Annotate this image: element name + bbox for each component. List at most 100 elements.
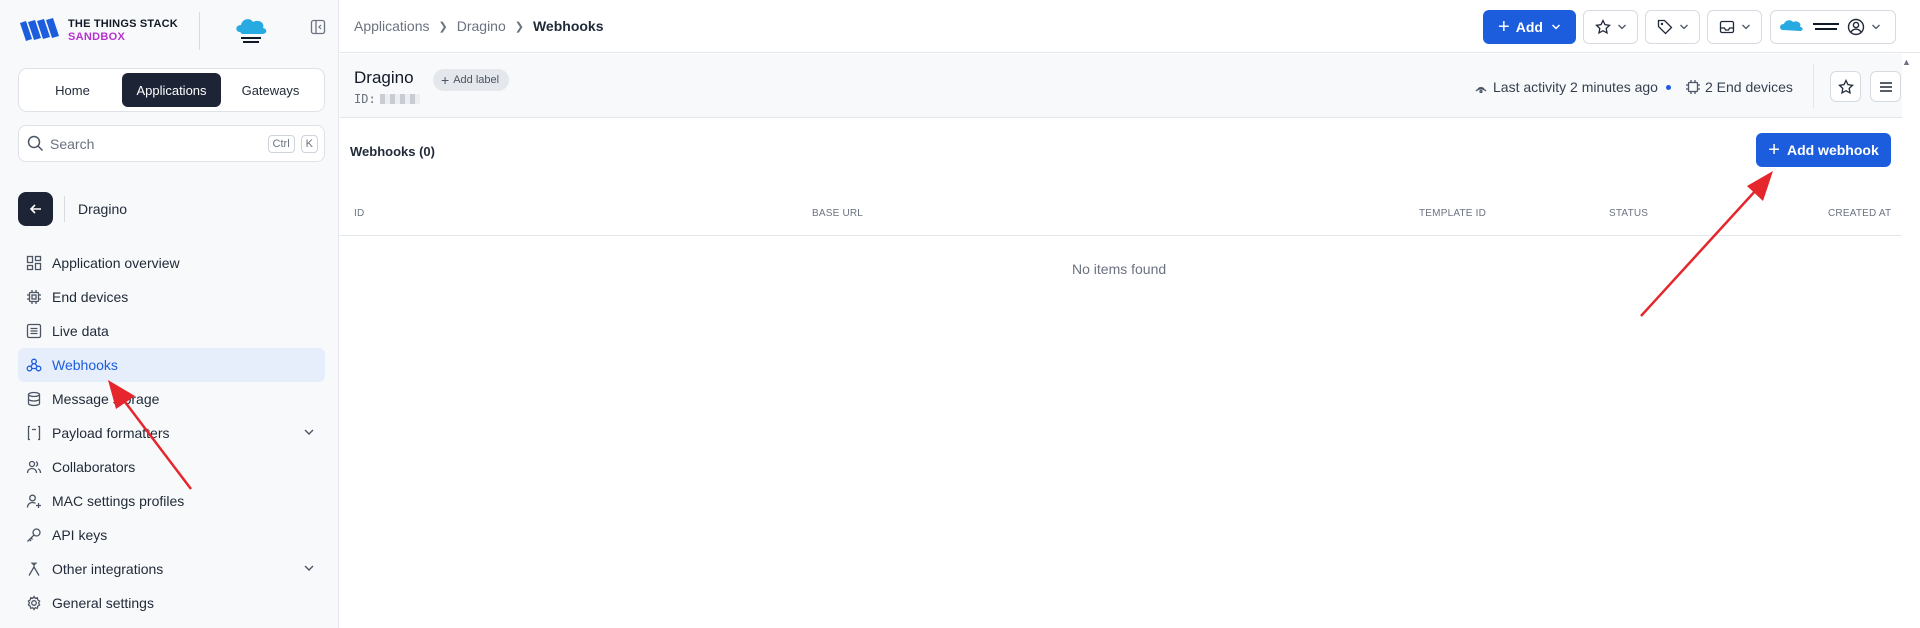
sidebar-item-label: Webhooks <box>52 357 118 373</box>
chevron-down-icon[interactable] <box>303 426 315 438</box>
sidebar-item-message-storage[interactable]: Message storage <box>18 382 325 416</box>
add-label-button[interactable]: + Add label <box>433 69 510 91</box>
sidebar-item-label: Other integrations <box>52 561 164 577</box>
user-menu-button[interactable] <box>1770 10 1896 44</box>
brand-name: THE THINGS STACK <box>68 18 178 30</box>
annotation-arrow-add-webhook <box>1640 171 1773 317</box>
tags-button[interactable] <box>1645 10 1700 44</box>
sidebar-item-live-data[interactable]: Live data <box>18 314 325 348</box>
collapse-sidebar-icon[interactable] <box>310 19 326 35</box>
table-header-divider <box>340 235 1902 236</box>
chevron-down-icon <box>1679 24 1688 30</box>
tab-home[interactable]: Home <box>23 73 122 107</box>
chevron-down-icon <box>1872 24 1880 30</box>
sidebar: THE THINGS STACK SANDBOX Home Applicatio… <box>0 0 339 628</box>
sidebar-item-label: Collaborators <box>52 459 136 475</box>
the-things-stack-logo-icon <box>20 18 59 41</box>
sidebar-item-label: General settings <box>52 595 154 611</box>
code-icon <box>27 425 41 441</box>
users-icon <box>26 460 42 474</box>
more-menu-button[interactable] <box>1870 71 1901 102</box>
add-webhook-button[interactable]: + Add webhook <box>1756 133 1891 167</box>
list-icon <box>26 323 42 339</box>
sidebar-item-label: Application overview <box>52 255 180 271</box>
plus-icon: + <box>1498 16 1510 38</box>
sidebar-item-label: Live data <box>52 323 109 339</box>
column-header-id[interactable]: ID <box>354 208 364 219</box>
shortcut-key-k: K <box>300 134 318 153</box>
plus-icon: + <box>441 72 450 88</box>
sidebar-item-mac-settings-profiles[interactable]: MAC settings profiles <box>18 484 325 518</box>
application-id: ID: <box>354 92 420 106</box>
tag-icon <box>1657 19 1672 35</box>
chevron-down-icon <box>1741 24 1750 30</box>
bookmark-application-button[interactable] <box>1830 71 1861 102</box>
sidebar-item-label: Message storage <box>52 391 160 407</box>
add-menu-button[interactable]: + Add <box>1483 10 1576 44</box>
column-header-status[interactable]: STATUS <box>1609 208 1648 219</box>
breadcrumb-applications[interactable]: Applications <box>354 18 430 34</box>
plus-icon: + <box>1768 139 1780 161</box>
sidebar-item-label: Payload formatters <box>52 425 170 441</box>
tab-gateways[interactable]: Gateways <box>221 73 320 107</box>
sidebar-item-general-settings[interactable]: General settings <box>18 586 325 620</box>
webhook-icon <box>26 358 42 372</box>
sidebar-item-payload-formatters[interactable]: Payload formatters <box>18 416 325 450</box>
chip-icon <box>1685 80 1700 94</box>
add-webhook-label: Add webhook <box>1786 142 1879 158</box>
brand-logo[interactable]: THE THINGS STACK SANDBOX <box>18 14 178 48</box>
tab-applications[interactable]: Applications <box>122 73 221 107</box>
search-placeholder: Search <box>50 135 95 152</box>
sidebar-item-other-integrations[interactable]: Other integrations <box>18 552 325 586</box>
sidebar-item-api-keys[interactable]: API keys <box>18 518 325 552</box>
add-label-text: Add label <box>453 74 500 86</box>
empty-state-message: No items found <box>1072 261 1167 277</box>
column-header-template-id[interactable]: TEMPLATE ID <box>1419 208 1486 219</box>
sidebar-nav: Application overview End devices Live da… <box>18 246 325 620</box>
column-header-base-url[interactable]: BASE URL <box>812 208 863 219</box>
back-button[interactable] <box>18 192 53 226</box>
sidebar-item-label: API keys <box>52 527 108 543</box>
inbox-button[interactable] <box>1707 10 1762 44</box>
brand-edition: SANDBOX <box>68 31 126 43</box>
shortcut-key-ctrl: Ctrl <box>267 134 295 153</box>
breadcrumb-webhooks: Webhooks <box>532 18 604 34</box>
end-devices-count[interactable]: 2 End devices <box>1705 79 1793 95</box>
sidebar-item-label: MAC settings profiles <box>52 493 185 509</box>
arrow-left-icon <box>29 204 41 214</box>
hamburger-menu-icon <box>1879 81 1892 92</box>
status-dot <box>1665 84 1671 90</box>
sidebar-item-application-overview[interactable]: Application overview <box>18 246 325 280</box>
the-things-network-wordmark-icon <box>1813 23 1839 30</box>
application-id-label: ID: <box>354 92 376 106</box>
application-context: Dragino <box>18 192 325 226</box>
sidebar-item-webhooks[interactable]: Webhooks <box>18 348 325 382</box>
scrollbar-up-arrow[interactable]: ▲ <box>1902 57 1911 67</box>
the-things-network-logo-icon <box>1780 20 1803 31</box>
inbox-icon <box>1719 20 1734 34</box>
the-things-network-logo-icon <box>236 19 267 43</box>
breadcrumb: Applications ❯ Dragino ❯ Webhooks <box>354 18 604 34</box>
application-meta: Last activity 2 minutes ago 2 End device… <box>1473 79 1793 95</box>
divider <box>64 196 65 222</box>
chevron-right-icon: ❯ <box>514 20 524 33</box>
database-icon <box>27 391 41 407</box>
chevron-down-icon <box>1551 24 1560 30</box>
search-input[interactable]: Search Ctrl K <box>18 125 325 162</box>
top-header: Applications ❯ Dragino ❯ Webhooks + Add <box>340 0 1920 53</box>
application-name: Dragino <box>78 201 128 217</box>
sidebar-item-collaborators[interactable]: Collaborators <box>18 450 325 484</box>
webhooks-heading: Webhooks (0) <box>350 144 435 159</box>
add-button-label: Add <box>1515 19 1543 35</box>
bookmarks-button[interactable] <box>1583 10 1638 44</box>
page-title: Dragino <box>354 68 414 87</box>
last-activity-text: Last activity 2 minutes ago <box>1493 79 1658 95</box>
search-icon <box>27 135 44 152</box>
sidebar-item-end-devices[interactable]: End devices <box>18 280 325 314</box>
context-switcher: Home Applications Gateways <box>18 68 325 112</box>
column-header-created-at[interactable]: CREATED AT <box>1828 208 1891 219</box>
chevron-down-icon[interactable] <box>303 562 315 574</box>
key-icon <box>27 528 41 542</box>
breadcrumb-dragino[interactable]: Dragino <box>457 18 506 34</box>
chevron-right-icon: ❯ <box>438 20 448 33</box>
